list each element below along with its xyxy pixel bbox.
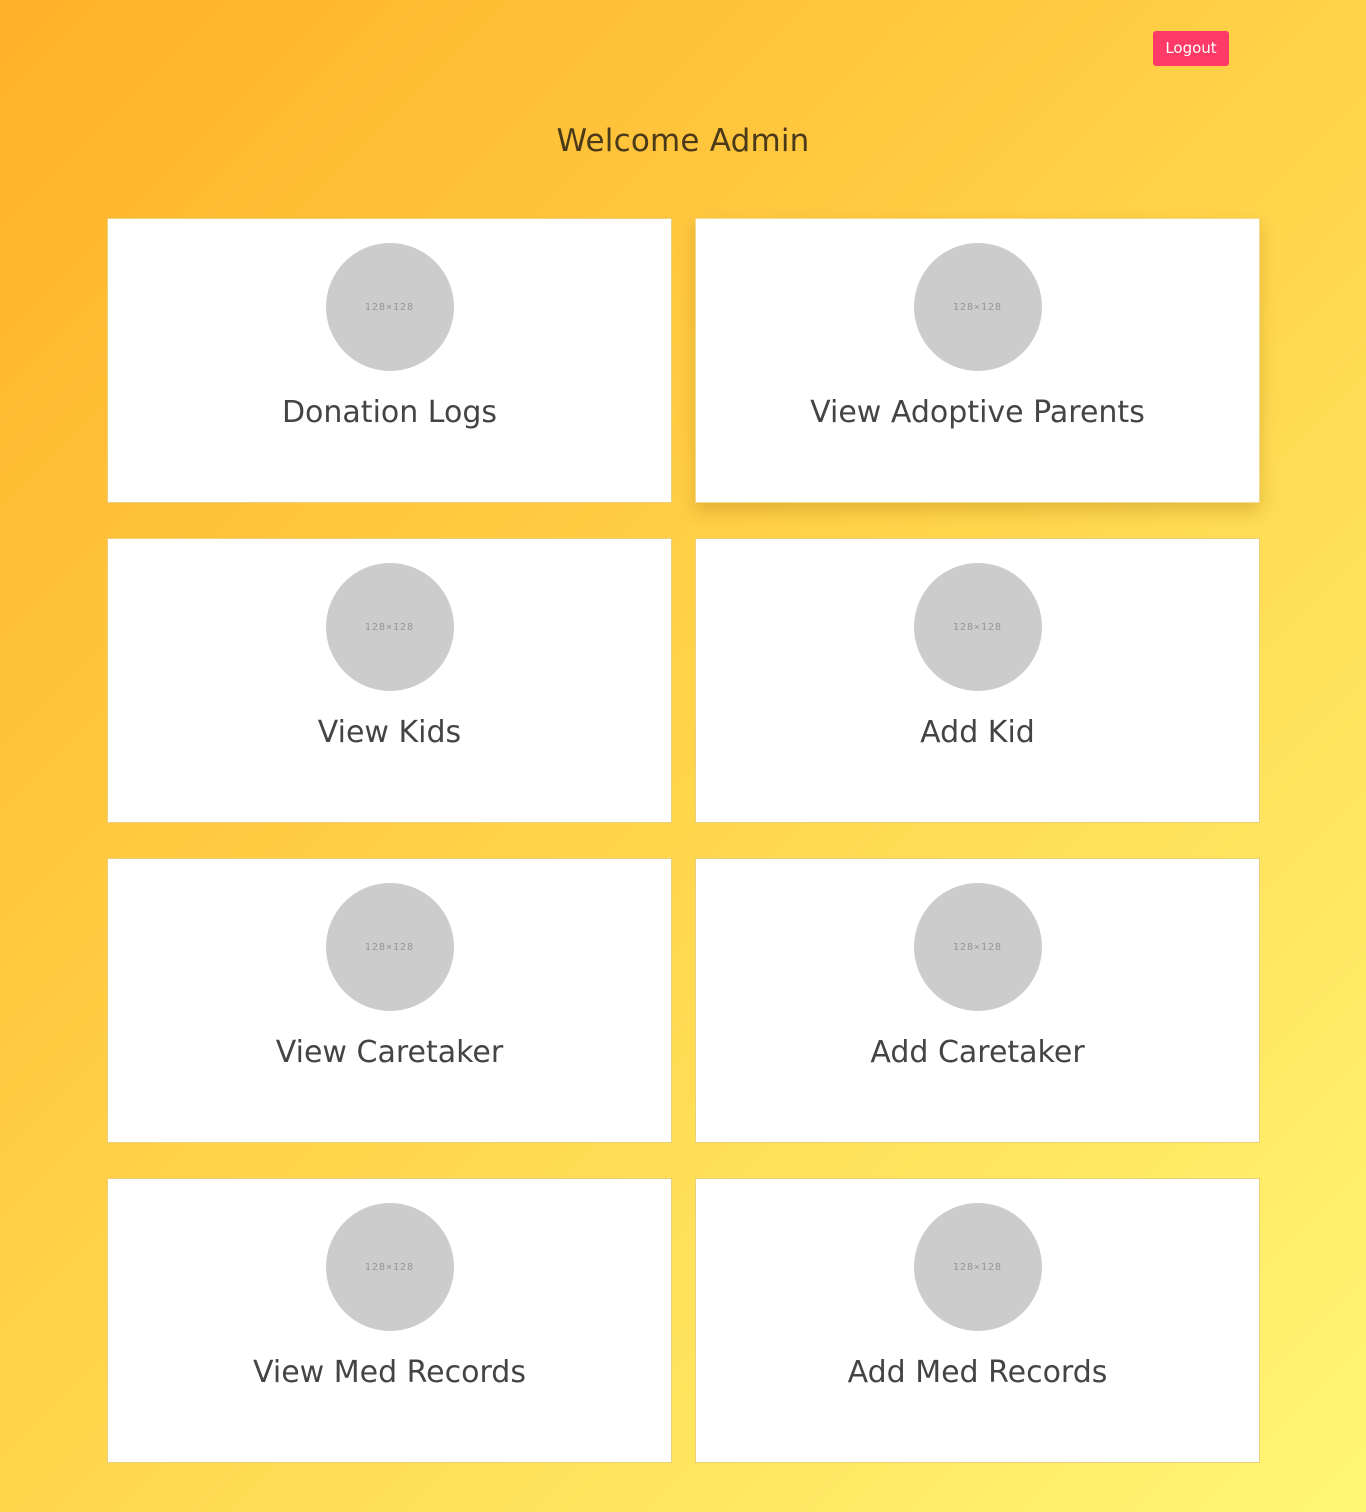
card-view-med-records[interactable]: 128×128 View Med Records [107, 1178, 672, 1463]
card-label: Donation Logs [281, 395, 498, 430]
card-label: View Kids [317, 715, 462, 750]
card-label: Add Kid [920, 715, 1035, 750]
placeholder-image: 128×128 [325, 883, 454, 1011]
placeholder-image: 128×128 [325, 1203, 454, 1331]
card-add-kid[interactable]: 128×128 Add Kid [695, 538, 1260, 823]
placeholder-image: 128×128 [913, 563, 1042, 691]
logout-button[interactable]: Logout [1153, 31, 1229, 66]
placeholder-image: 128×128 [325, 243, 454, 371]
card-label: Add Med Records [847, 1355, 1108, 1390]
card-add-caretaker[interactable]: 128×128 Add Caretaker [695, 858, 1260, 1143]
card-view-adoptive-parents[interactable]: 128×128 View Adoptive Parents [695, 218, 1260, 503]
placeholder-image: 128×128 [913, 1203, 1042, 1331]
card-view-kids[interactable]: 128×128 View Kids [107, 538, 672, 823]
card-label: View Adoptive Parents [810, 395, 1145, 430]
admin-menu-grid: 128×128 Donation Logs 128×128 View Adopt… [107, 218, 1260, 1463]
placeholder-image: 128×128 [325, 563, 454, 691]
card-label: Add Caretaker [870, 1035, 1085, 1070]
placeholder-image: 128×128 [913, 883, 1042, 1011]
placeholder-image: 128×128 [913, 243, 1042, 371]
card-donation-logs[interactable]: 128×128 Donation Logs [107, 218, 672, 503]
card-add-med-records[interactable]: 128×128 Add Med Records [695, 1178, 1260, 1463]
card-label: View Caretaker [275, 1035, 504, 1070]
card-label: View Med Records [253, 1355, 526, 1390]
page-title: Welcome Admin [556, 123, 810, 159]
card-view-caretaker[interactable]: 128×128 View Caretaker [107, 858, 672, 1143]
